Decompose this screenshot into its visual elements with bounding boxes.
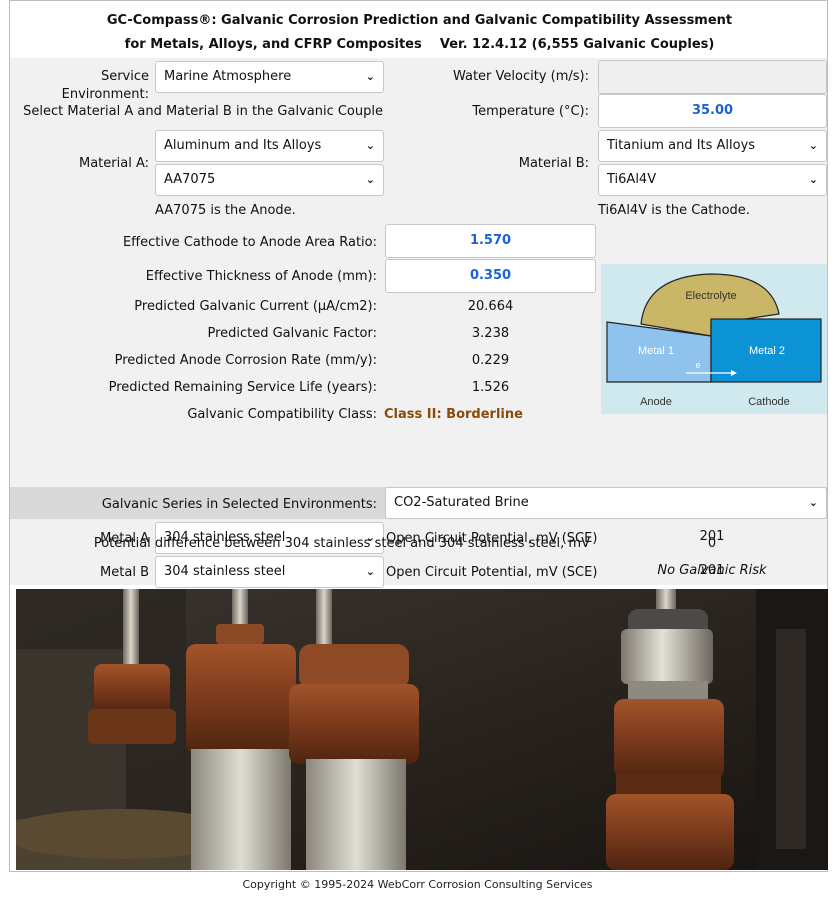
select-instruction: Select Material A and Material B in the … [23,104,383,119]
temperature-input[interactable]: 35.00 [598,94,827,128]
metal2-label: Metal 2 [749,345,785,357]
factor-label: Predicted Galvanic Factor: [207,326,377,341]
current-value: 20.664 [467,299,514,314]
metal-b-select[interactable]: 304 stainless steel ⌄ [155,556,384,588]
service-env-label: Service Environment: [61,69,149,102]
chevron-down-icon: ⌄ [365,173,375,186]
series-env-value: CO2-Saturated Brine [394,495,529,510]
current-label: Predicted Galvanic Current (μA/cm2): [134,299,377,314]
life-label: Predicted Remaining Service Life (years)… [108,380,377,395]
thickness-input[interactable]: 0.350 [385,259,596,293]
chevron-down-icon: ⌄ [808,173,818,186]
galvanic-diagram: Electrolyte Metal 1 Metal 2 e Anode Cath… [601,264,827,414]
calculator-panel: Service Environment: Marine Atmosphere ⌄… [10,58,827,588]
material-b-group-select[interactable]: Titanium and Its Alloys ⌄ [598,130,827,162]
water-velocity-input[interactable] [598,60,827,94]
material-a-group-value: Aluminum and Its Alloys [164,138,322,153]
title-line-1: GC-Compass®: Galvanic Corrosion Predicti… [106,13,733,28]
factor-value: 3.238 [471,326,510,341]
potential-diff-value: 0 [707,536,717,551]
electron-label: e [695,360,700,370]
page-title: GC-Compass®: Galvanic Corrosion Predicti… [10,9,829,57]
class-value: Class II: Borderline [384,407,523,422]
anode-note: AA7075 is the Anode. [155,203,296,218]
area-ratio-label: Effective Cathode to Anode Area Ratio: [122,235,377,250]
material-b-label: Material B: [518,156,589,171]
potential-diff-label: Potential difference between 304 stainle… [93,536,590,551]
chevron-down-icon: ⌄ [365,139,375,152]
chevron-down-icon: ⌄ [808,496,818,509]
ocp-b-label: Open Circuit Potential, mV (SCE) [386,565,598,580]
cathode-note: Ti6Al4V is the Cathode. [598,203,750,218]
rate-value: 0.229 [471,353,510,368]
material-a-group-select[interactable]: Aluminum and Its Alloys ⌄ [155,130,384,162]
chevron-down-icon: ⌄ [808,139,818,152]
galvanic-risk-text: No Galvanic Risk [657,563,767,578]
material-a-label: Material A: [79,156,149,171]
class-label: Galvanic Compatibility Class: [187,407,377,422]
material-a-alloy-value: AA7075 [164,172,216,187]
service-env-value: Marine Atmosphere [164,69,292,84]
app-frame: GC-Compass®: Galvanic Corrosion Predicti… [9,0,828,872]
series-env-select[interactable]: CO2-Saturated Brine ⌄ [385,487,827,519]
copyright-footer: Copyright © 1995-2024 WebCorr Corrosion … [242,878,593,891]
material-b-group-value: Titanium and Its Alloys [607,138,756,153]
title-line-2: for Metals, Alloys, and CFRP Composites … [124,37,715,52]
metal-b-label: Metal B [100,565,149,580]
water-velocity-label: Water Velocity (m/s): [452,69,589,84]
material-b-alloy-value: Ti6Al4V [607,172,657,187]
material-b-alloy-select[interactable]: Ti6Al4V ⌄ [598,164,827,196]
electrolyte-label: Electrolyte [685,290,736,302]
anode-label: Anode [640,396,672,408]
life-value: 1.526 [471,380,510,395]
metal-b-value: 304 stainless steel [164,564,286,579]
area-ratio-input[interactable]: 1.570 [385,224,596,258]
material-a-alloy-select[interactable]: AA7075 ⌄ [155,164,384,196]
chevron-down-icon: ⌄ [365,70,375,83]
metal1-label: Metal 1 [638,345,674,357]
corrosion-photo [16,589,828,870]
cathode-label: Cathode [748,396,790,408]
rate-label: Predicted Anode Corrosion Rate (mm/y): [114,353,377,368]
series-env-label: Galvanic Series in Selected Environments… [101,497,377,512]
chevron-down-icon: ⌄ [365,565,375,578]
service-env-select[interactable]: Marine Atmosphere ⌄ [155,61,384,93]
thickness-label: Effective Thickness of Anode (mm): [145,269,377,284]
temperature-label: Temperature (°C): [472,104,589,119]
